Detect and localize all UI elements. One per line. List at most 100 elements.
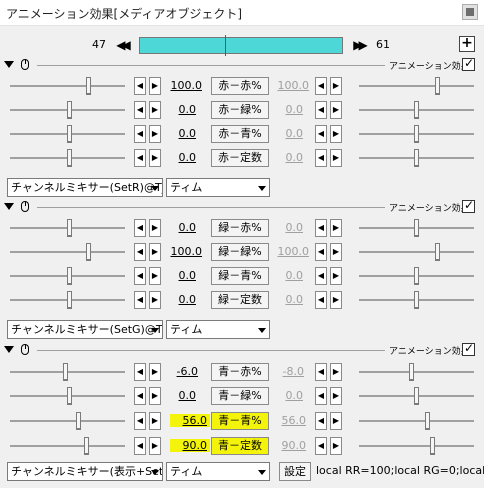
left-slider-thumb[interactable] [67, 125, 72, 143]
decrement-button[interactable]: ◀ [134, 412, 146, 430]
decrement-button[interactable]: ◀ [315, 149, 327, 167]
right-slider-thumb[interactable] [430, 437, 435, 455]
chevron-down-icon[interactable] [148, 179, 162, 196]
left-slider-thumb[interactable] [84, 437, 89, 455]
left-value[interactable]: 0.0 [156, 151, 197, 164]
left-value[interactable]: 0.0 [156, 389, 197, 402]
right-value[interactable]: 100.0 [269, 245, 310, 258]
right-slider-thumb[interactable] [425, 412, 430, 430]
rewind-icon[interactable]: ◀◀ [114, 37, 132, 53]
left-value[interactable]: 0.0 [156, 221, 197, 234]
param-button[interactable]: 赤－赤% [211, 77, 269, 95]
easing-select[interactable]: ティム [166, 178, 270, 197]
decrement-button[interactable]: ◀ [134, 149, 146, 167]
right-slider-thumb[interactable] [409, 363, 414, 381]
left-value[interactable]: 90.0 [170, 439, 210, 452]
left-value[interactable]: 0.0 [156, 269, 197, 282]
decrement-button[interactable]: ◀ [134, 219, 146, 237]
collapse-arrow-icon[interactable] [4, 61, 14, 68]
right-value[interactable]: 90.0 [266, 439, 307, 452]
right-value[interactable]: 0.0 [263, 293, 304, 306]
left-value[interactable]: 0.0 [156, 127, 197, 140]
increment-button[interactable]: ▶ [330, 387, 342, 405]
param-button[interactable]: 青－緑% [211, 387, 269, 405]
script-select[interactable]: チャンネルミキサー(SetG)@T_ [7, 320, 163, 339]
right-value[interactable]: 0.0 [263, 127, 304, 140]
increment-button[interactable]: ▶ [330, 363, 342, 381]
increment-button[interactable]: ▶ [330, 149, 342, 167]
enable-checkbox[interactable] [462, 341, 475, 356]
increment-button[interactable]: ▶ [330, 412, 342, 430]
right-slider-thumb[interactable] [414, 125, 419, 143]
increment-button[interactable]: ▶ [149, 77, 161, 95]
left-slider-thumb[interactable] [67, 149, 72, 167]
settings-button[interactable]: 設定 [279, 462, 311, 481]
left-slider-thumb[interactable] [67, 219, 72, 237]
left-slider-track[interactable] [10, 251, 125, 253]
param-button[interactable]: 青－赤% [211, 363, 269, 381]
param-button[interactable]: 緑－緑% [211, 243, 269, 261]
decrement-button[interactable]: ◀ [315, 387, 327, 405]
left-value[interactable]: 0.0 [156, 103, 197, 116]
left-value[interactable]: 100.0 [162, 79, 203, 92]
param-button[interactable]: 緑－青% [211, 267, 269, 285]
left-slider-thumb[interactable] [67, 387, 72, 405]
increment-button[interactable]: ▶ [330, 437, 342, 455]
add-filter-button[interactable]: + [459, 36, 475, 52]
collapse-arrow-icon[interactable] [4, 203, 14, 210]
chevron-down-icon[interactable] [255, 463, 269, 480]
right-slider-thumb[interactable] [414, 219, 419, 237]
fast-forward-icon[interactable]: ▶▶ [351, 37, 369, 53]
minimize-icon[interactable] [462, 4, 478, 20]
decrement-button[interactable]: ◀ [134, 101, 146, 119]
decrement-button[interactable]: ◀ [134, 125, 146, 143]
param-button[interactable]: 青－定数 [211, 437, 269, 455]
right-slider-thumb[interactable] [435, 77, 440, 95]
left-slider-track[interactable] [10, 85, 125, 87]
increment-button[interactable]: ▶ [149, 243, 161, 261]
decrement-button[interactable]: ◀ [134, 243, 146, 261]
right-value[interactable]: 0.0 [263, 103, 304, 116]
increment-button[interactable]: ▶ [330, 125, 342, 143]
right-slider-thumb[interactable] [414, 291, 419, 309]
decrement-button[interactable]: ◀ [134, 363, 146, 381]
right-slider-thumb[interactable] [414, 101, 419, 119]
increment-button[interactable]: ▶ [330, 243, 342, 261]
left-value[interactable]: 0.0 [156, 293, 197, 306]
decrement-button[interactable]: ◀ [134, 77, 146, 95]
left-slider-thumb[interactable] [76, 412, 81, 430]
decrement-button[interactable]: ◀ [315, 437, 327, 455]
right-slider-track[interactable] [359, 371, 474, 373]
right-value[interactable]: 0.0 [263, 269, 304, 282]
decrement-button[interactable]: ◀ [315, 125, 327, 143]
decrement-button[interactable]: ◀ [315, 267, 327, 285]
enable-checkbox[interactable] [462, 56, 475, 71]
timeline-seekbar[interactable] [139, 35, 343, 56]
decrement-button[interactable]: ◀ [315, 77, 327, 95]
decrement-button[interactable]: ◀ [315, 412, 327, 430]
enable-checkbox[interactable] [462, 198, 475, 213]
increment-button[interactable]: ▶ [330, 101, 342, 119]
left-slider-thumb[interactable] [63, 363, 68, 381]
left-value[interactable]: -6.0 [158, 365, 198, 378]
left-slider-thumb[interactable] [67, 267, 72, 285]
increment-button[interactable]: ▶ [330, 219, 342, 237]
right-slider-thumb[interactable] [414, 387, 419, 405]
left-slider-track[interactable] [10, 420, 125, 422]
script-text[interactable]: local RR=100;local RG=0;local R [316, 464, 484, 477]
right-value[interactable]: 0.0 [263, 389, 304, 402]
chevron-down-icon[interactable] [148, 463, 162, 480]
param-button[interactable]: 緑－赤% [211, 219, 269, 237]
decrement-button[interactable]: ◀ [134, 267, 146, 285]
right-slider-track[interactable] [359, 420, 474, 422]
left-value[interactable]: 100.0 [162, 245, 203, 258]
left-slider-thumb[interactable] [67, 101, 72, 119]
decrement-button[interactable]: ◀ [315, 101, 327, 119]
decrement-button[interactable]: ◀ [134, 291, 146, 309]
chevron-down-icon[interactable] [255, 321, 269, 338]
left-value[interactable]: 56.0 [170, 414, 210, 427]
left-slider-thumb[interactable] [86, 243, 91, 261]
param-button[interactable]: 緑－定数 [211, 291, 269, 309]
script-select[interactable]: チャンネルミキサー(表示+Set [7, 462, 163, 481]
right-slider-thumb[interactable] [414, 267, 419, 285]
